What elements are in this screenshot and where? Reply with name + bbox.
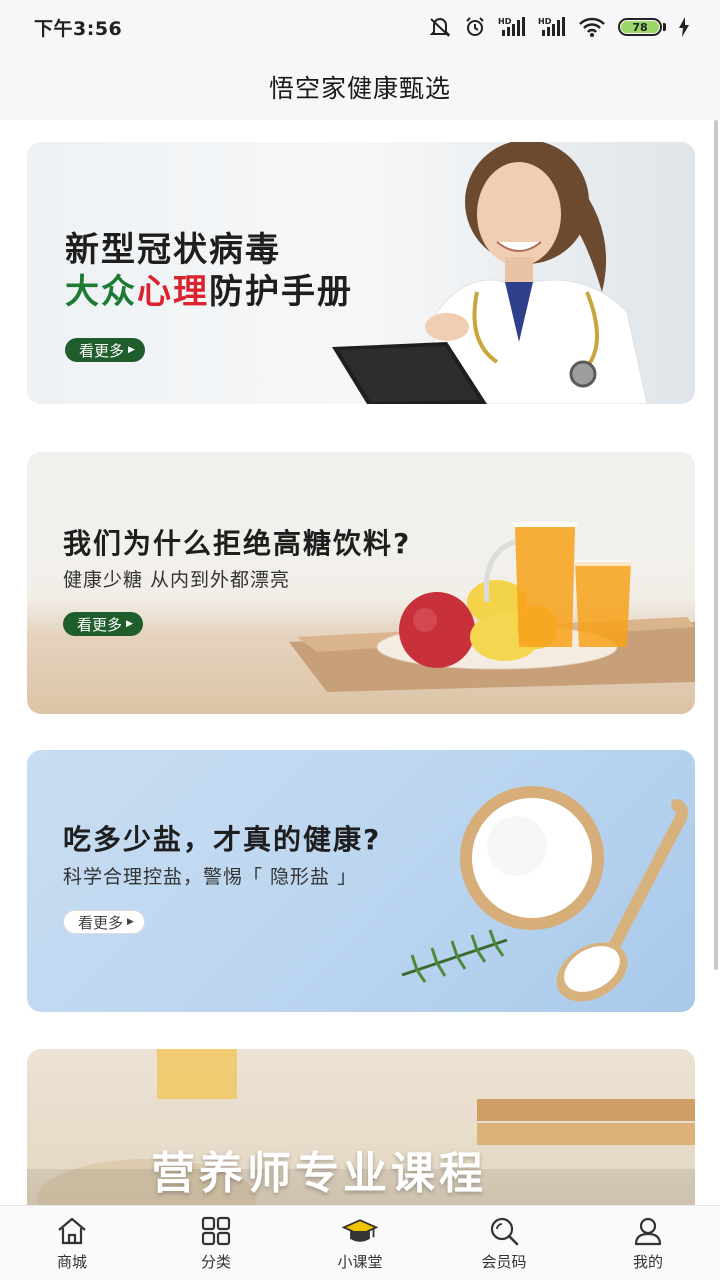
tab-mall[interactable]: 商城: [27, 1215, 117, 1272]
tab-mine-label: 我的: [632, 1252, 663, 1271]
play-arrow-icon: ▶: [128, 345, 135, 355]
banner-2-more-button[interactable]: 看更多 ▶: [63, 612, 143, 636]
play-arrow-icon: ▶: [126, 619, 133, 629]
banner-nutritionist-course[interactable]: 营养师专业课程: [27, 1049, 695, 1205]
wifi-icon: [578, 16, 606, 38]
battery-level: 78: [621, 21, 659, 33]
battery-icon: 78: [618, 18, 666, 36]
page-title: 悟空家健康甄选: [268, 74, 451, 103]
charging-icon: [678, 17, 690, 37]
tab-mall-label: 商城: [56, 1252, 87, 1271]
banner-1-line2: 大众心理防护手册: [65, 272, 353, 312]
tab-category[interactable]: 分类: [171, 1215, 261, 1272]
bottom-tab-bar: 商城 分类 小课堂 会员码 我的: [0, 1205, 720, 1280]
scrollbar[interactable]: [714, 120, 718, 970]
banner-3-title: 吃多少盐，才真的健康?: [63, 823, 382, 856]
status-time: 下午3:56: [34, 17, 123, 40]
tab-classroom-label: 小课堂: [337, 1252, 383, 1271]
banner-4-title: 营养师专业课程: [151, 1148, 487, 1199]
header-bar: 悟空家健康甄选: [0, 54, 720, 120]
grid-icon: [198, 1215, 234, 1247]
mute-vibrate-icon: [428, 16, 452, 38]
tab-classroom[interactable]: 小课堂: [315, 1215, 405, 1272]
tab-member-code[interactable]: 会员码: [459, 1215, 549, 1272]
signal-hd-1-icon: HD: [498, 16, 526, 38]
tab-member-code-label: 会员码: [481, 1252, 527, 1271]
banner-2-title: 我们为什么拒绝高糖饮料?: [63, 527, 412, 560]
tab-category-label: 分类: [200, 1252, 231, 1271]
banner-salt-intake[interactable]: 吃多少盐，才真的健康? 科学合理控盐，警惕「 隐形盐 」 看更多 ▶: [27, 750, 695, 1012]
course-list[interactable]: 新型冠状病毒 大众心理防护手册 看更多 ▶ 我们为什么拒绝高糖饮料? 健康少糖 …: [0, 120, 720, 1205]
graduation-cap-icon: [342, 1215, 378, 1247]
banner-3-more-button[interactable]: 看更多 ▶: [63, 910, 145, 934]
play-arrow-icon: ▶: [127, 917, 134, 927]
status-icons: HD HD 78: [428, 16, 690, 38]
status-bar: 下午3:56 HD HD 78: [0, 0, 720, 54]
banner-covid-mental-health[interactable]: 新型冠状病毒 大众心理防护手册 看更多 ▶: [27, 142, 695, 404]
svg-text:HD: HD: [538, 17, 552, 26]
banner-3-subtitle: 科学合理控盐，警惕「 隐形盐 」: [63, 866, 358, 888]
banner-2-subtitle: 健康少糖 从内到外都漂亮: [63, 569, 291, 591]
search-icon: [486, 1215, 522, 1247]
banner-1-more-button[interactable]: 看更多 ▶: [65, 338, 145, 362]
tab-mine[interactable]: 我的: [603, 1215, 693, 1272]
alarm-icon: [464, 16, 486, 38]
user-icon: [630, 1215, 666, 1247]
banner-high-sugar-drinks[interactable]: 我们为什么拒绝高糖饮料? 健康少糖 从内到外都漂亮 看更多 ▶: [27, 452, 695, 714]
svg-text:HD: HD: [498, 17, 512, 26]
home-icon: [54, 1215, 90, 1247]
signal-hd-2-icon: HD: [538, 16, 566, 38]
